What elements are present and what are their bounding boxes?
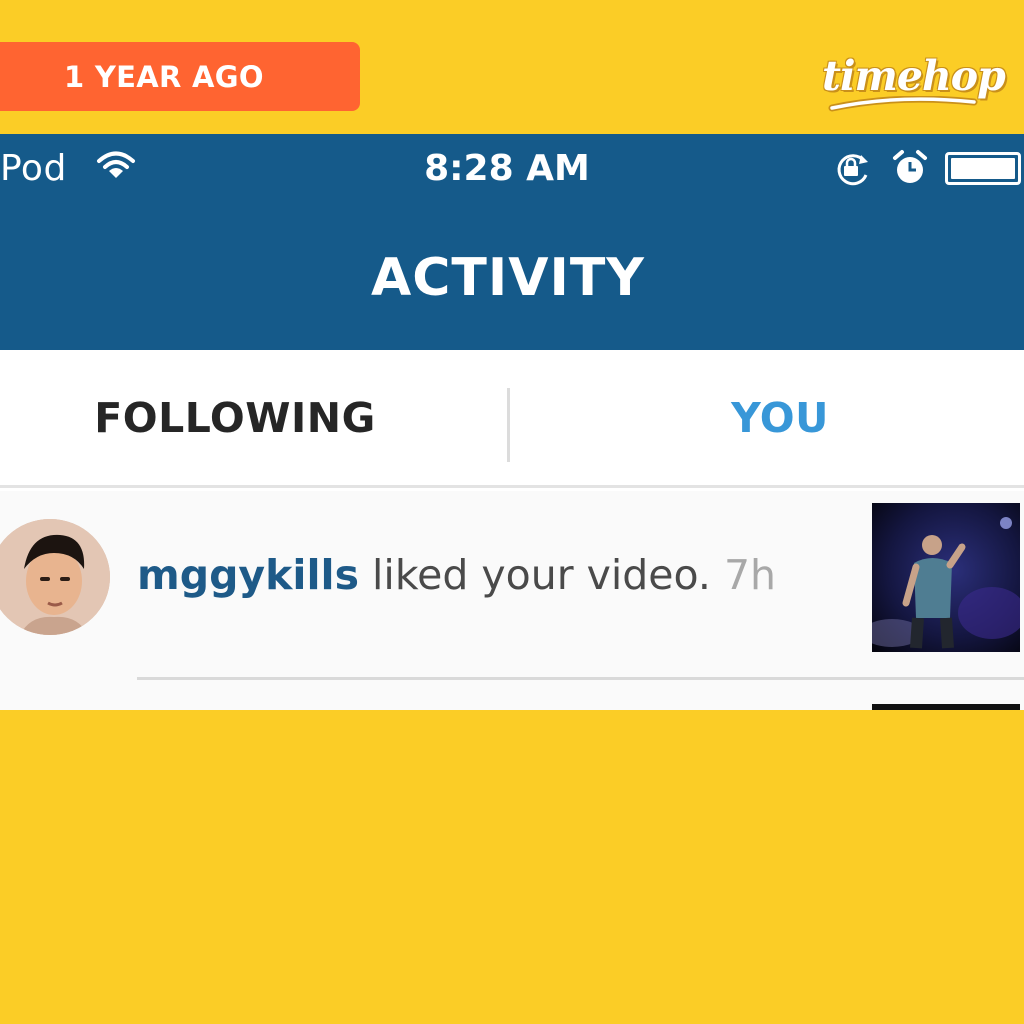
activity-feed: mggykills liked your video. 7h xyxy=(0,491,1024,710)
tab-following-label: FOLLOWING xyxy=(94,393,376,442)
activity-header: ACTIVITY xyxy=(0,204,1024,350)
activity-tabs: FOLLOWING YOU xyxy=(0,350,1024,488)
status-bar: Pod 8:28 AM xyxy=(0,134,1024,204)
battery-icon xyxy=(945,152,1021,185)
year-ago-badge: 1 YEAR AGO xyxy=(0,42,360,111)
timehop-logo-text: timehop xyxy=(822,52,1006,100)
timehop-logo: timehop xyxy=(818,40,1006,116)
tab-you[interactable]: YOU xyxy=(530,350,1024,485)
next-item-thumbnail xyxy=(872,704,1020,710)
instagram-screenshot: Pod 8:28 AM ACTIVITY FOLLOWING YOU mggyk… xyxy=(0,134,1024,710)
notification-time: 7h xyxy=(723,551,777,599)
notification-action: liked your video. xyxy=(372,551,711,599)
tab-you-label: YOU xyxy=(731,393,829,442)
avatar[interactable] xyxy=(0,519,110,635)
alarm-icon xyxy=(892,149,928,191)
notification-text: mggykills liked your video. 7h xyxy=(137,551,776,599)
timehop-card: 1 YEAR AGO timehop Pod 8:28 AM ACTIVITY … xyxy=(0,0,1024,1024)
page-title: ACTIVITY xyxy=(371,248,645,308)
rotation-lock-icon xyxy=(832,151,874,191)
row-separator xyxy=(137,677,1024,680)
logo-smile-underline xyxy=(828,96,978,112)
notification-username[interactable]: mggykills xyxy=(137,551,359,599)
year-ago-label: 1 YEAR AGO xyxy=(64,59,264,94)
tab-following[interactable]: FOLLOWING xyxy=(0,350,470,485)
battery-level xyxy=(951,158,1015,179)
video-thumbnail[interactable] xyxy=(872,503,1020,652)
tab-divider xyxy=(507,388,510,462)
